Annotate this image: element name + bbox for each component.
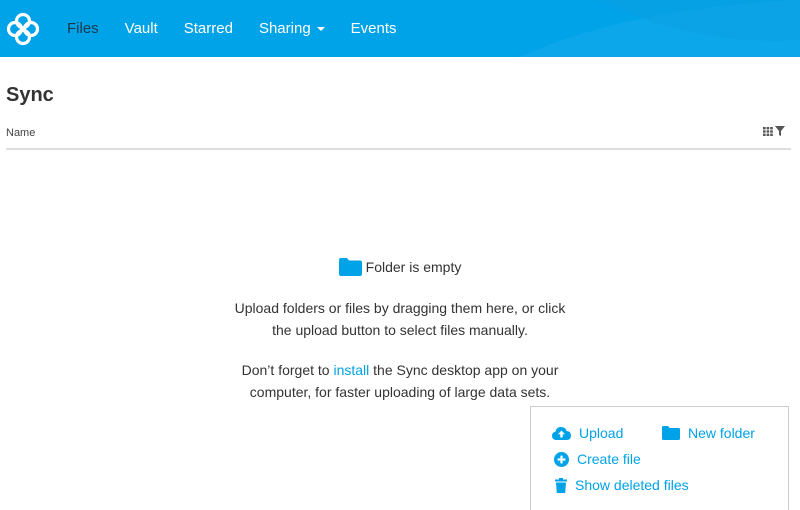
nav-sharing-dropdown[interactable]: Sharing: [259, 20, 325, 37]
nav-files[interactable]: Files: [67, 20, 99, 37]
folder-icon: [662, 426, 680, 440]
cloud-upload-icon: [552, 427, 571, 440]
file-actions-panel: Upload New folder Create file Show delet…: [530, 406, 789, 510]
column-header-name[interactable]: Name: [6, 127, 35, 139]
show-deleted-files-label: Show deleted files: [575, 477, 689, 493]
nav-events[interactable]: Events: [351, 20, 397, 37]
new-folder-label: New folder: [688, 425, 755, 441]
file-table-header: Name: [6, 121, 791, 150]
empty-state-instructions: Upload folders or files by dragging them…: [0, 297, 800, 341]
create-file-button[interactable]: Create file: [554, 451, 641, 467]
install-hint-prefix: Don’t forget to: [241, 362, 334, 378]
install-hint-suffix: the Sync desktop app on your: [369, 362, 559, 378]
nav-starred[interactable]: Starred: [184, 20, 233, 37]
instructions-line-1: Upload folders or files by dragging them…: [234, 300, 566, 316]
install-hint-line-2: computer, for faster uploading of large …: [249, 384, 551, 400]
sync-logo-icon[interactable]: [4, 10, 42, 48]
folder-icon: [338, 258, 362, 276]
empty-state-heading: Folder is empty: [0, 258, 800, 281]
top-navbar: Files Vault Starred Sharing Events: [0, 0, 800, 57]
nav-vault[interactable]: Vault: [125, 20, 158, 37]
upload-label: Upload: [579, 425, 624, 441]
grid-view-icon[interactable]: [763, 126, 773, 136]
upload-button[interactable]: Upload: [552, 425, 623, 441]
page-title: Sync: [6, 84, 54, 106]
empty-state-install-hint: Don’t forget to install the Sync desktop…: [0, 359, 800, 403]
install-hint-line-1: Don’t forget to install the Sync desktop…: [0, 359, 800, 381]
empty-state-title: Folder is empty: [338, 258, 462, 276]
empty-state-title-text: Folder is empty: [365, 259, 462, 275]
trash-icon: [555, 477, 567, 493]
caret-down-icon: [316, 27, 325, 32]
plus-circle-icon: [554, 451, 569, 467]
show-deleted-files-button[interactable]: Show deleted files: [555, 477, 689, 493]
create-file-label: Create file: [577, 451, 641, 467]
filter-icon[interactable]: [775, 126, 785, 136]
main-nav: Files Vault Starred Sharing Events: [67, 0, 423, 57]
nav-sharing-label: Sharing: [258, 20, 311, 37]
new-folder-button[interactable]: New folder: [662, 425, 755, 441]
install-link[interactable]: install: [333, 362, 369, 378]
view-tools: [763, 126, 785, 136]
instructions-line-2: the upload button to select files manual…: [272, 322, 528, 338]
